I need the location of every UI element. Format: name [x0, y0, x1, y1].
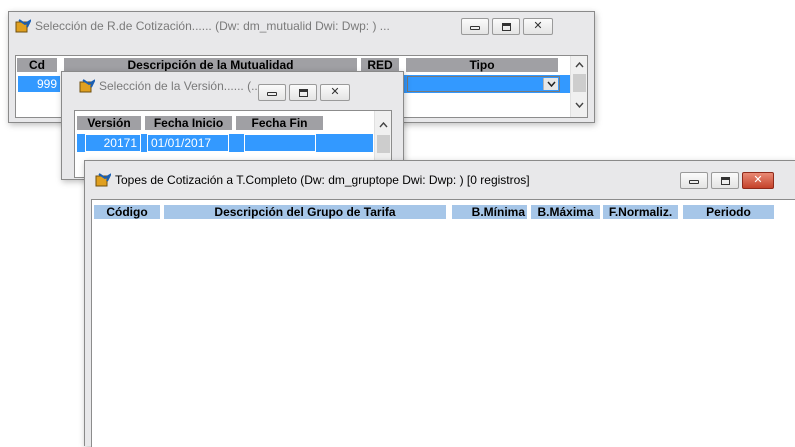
vertical-scrollbar[interactable] — [570, 56, 587, 117]
cell-version[interactable]: 20171 — [85, 134, 141, 152]
cell-cd[interactable]: 999 — [17, 75, 61, 93]
column-header-cd[interactable]: Cd — [17, 58, 57, 72]
maximize-icon — [720, 176, 730, 185]
minimize-icon — [267, 91, 277, 96]
column-header-bminima[interactable]: B.Mínima — [452, 205, 527, 219]
scroll-down-button[interactable] — [571, 96, 587, 113]
topes-window: Topes de Cotización a T.Completo (Dw: dm… — [84, 160, 795, 447]
close-button[interactable]: ✕ — [523, 18, 553, 35]
window-title: Topes de Cotización a T.Completo (Dw: dm… — [115, 173, 530, 187]
window-title: Selección de la Versión...... (... — [99, 79, 262, 93]
tipo-dropdown[interactable] — [407, 76, 560, 92]
close-icon: ✕ — [753, 174, 763, 186]
app-window-icon — [95, 173, 111, 187]
column-header-descripcion[interactable]: Descripción del Grupo de Tarifa — [164, 205, 446, 219]
minimize-button[interactable] — [258, 84, 286, 101]
column-header-fecha-inicio[interactable]: Fecha Inicio — [145, 116, 232, 130]
window-title: Selección de R.de Cotización...... (Dw: … — [35, 19, 390, 33]
scroll-thumb[interactable] — [573, 74, 586, 92]
maximize-button[interactable] — [492, 18, 520, 35]
column-header-periodo[interactable]: Periodo — [683, 205, 774, 219]
app-window-icon — [15, 19, 31, 33]
minimize-icon — [470, 25, 480, 30]
column-header-red[interactable]: RED — [361, 58, 399, 72]
minimize-button[interactable] — [680, 172, 708, 189]
cell-fecha-inicio[interactable]: 01/01/2017 — [147, 134, 229, 152]
column-header-descripcion[interactable]: Descripción de la Mutualidad — [64, 58, 357, 72]
scroll-up-button[interactable] — [571, 56, 587, 73]
scroll-down-icon — [575, 102, 584, 108]
chevron-down-icon — [546, 81, 556, 87]
column-header-codigo[interactable]: Código — [94, 205, 160, 219]
column-header-tipo[interactable]: Tipo — [406, 58, 558, 72]
close-icon: ✕ — [533, 20, 543, 32]
cell-fecha-fin[interactable] — [244, 134, 316, 152]
scroll-up-icon — [379, 121, 388, 127]
close-button[interactable]: ✕ — [742, 172, 774, 189]
scroll-up-button[interactable] — [375, 116, 391, 133]
column-header-fnormaliz[interactable]: F.Normaliz. — [603, 205, 678, 219]
minimize-icon — [689, 179, 699, 184]
column-header-version[interactable]: Versión — [77, 116, 141, 130]
version-titlebar[interactable]: Selección de la Versión...... (... — [62, 72, 403, 100]
tipo-dropdown-button[interactable] — [543, 78, 558, 90]
maximize-icon — [298, 88, 308, 97]
column-header-fecha-fin[interactable]: Fecha Fin — [236, 116, 323, 130]
topes-grid: Código Descripción del Grupo de Tarifa B… — [91, 199, 795, 447]
maximize-icon — [501, 22, 511, 31]
close-icon: ✕ — [330, 86, 340, 98]
app-window-icon — [79, 79, 95, 93]
close-button[interactable]: ✕ — [320, 84, 350, 101]
maximize-button[interactable] — [289, 84, 317, 101]
table-row[interactable]: 20171 01/01/2017 — [77, 134, 373, 152]
minimize-button[interactable] — [461, 18, 489, 35]
maximize-button[interactable] — [711, 172, 739, 189]
column-header-bmaxima[interactable]: B.Máxima — [531, 205, 600, 219]
scroll-thumb[interactable] — [377, 135, 390, 153]
scroll-up-icon — [575, 61, 584, 67]
